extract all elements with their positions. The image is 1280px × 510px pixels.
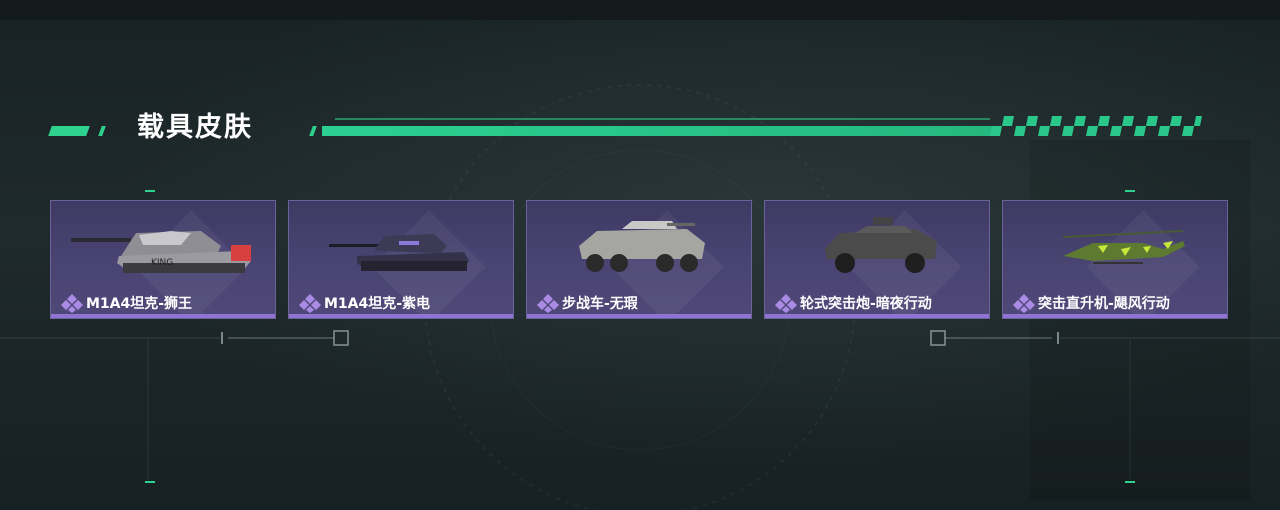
- purple-diamond-icon: [1013, 294, 1035, 313]
- card-name: 步战车-无瑕: [562, 296, 638, 312]
- card-name: 突击直升机-飓风行动: [1038, 296, 1170, 312]
- purple-diamond-icon: [537, 294, 559, 313]
- card-name: M1A4坦克-狮王: [86, 296, 193, 312]
- ifv-icon: [579, 221, 705, 272]
- header-thin-line: [335, 118, 990, 120]
- skin-card[interactable]: 步战车-无瑕: [526, 200, 752, 319]
- card-name: M1A4坦克-紫电: [324, 296, 431, 312]
- header-progress-line: [322, 126, 992, 136]
- corner-tick: [145, 190, 155, 192]
- header-accent-bar: [48, 126, 90, 136]
- section-title: 载具皮肤: [137, 112, 253, 143]
- skin-card[interactable]: KING M1A4坦克-狮王: [50, 200, 276, 319]
- header-checker-pattern: [990, 116, 1202, 136]
- skin-showcase-screen: 载具皮肤 KING M1A4坦克-狮王 M1A4坦克-紫电 步战车-无瑕 轮式突…: [0, 0, 1280, 510]
- card-name-row: 轮式突击炮-暗夜行动: [775, 293, 932, 313]
- helicopter-icon: [1062, 230, 1185, 264]
- tank-icon: KING: [71, 231, 251, 273]
- card-name-row: M1A4坦克-狮王: [61, 293, 192, 313]
- card-name: 轮式突击炮-暗夜行动: [800, 296, 932, 312]
- corner-tick: [1125, 481, 1135, 483]
- card-name-row: 步战车-无瑕: [537, 293, 638, 313]
- skin-card[interactable]: 轮式突击炮-暗夜行动: [764, 200, 990, 319]
- armored-car-icon: [825, 217, 937, 273]
- purple-diamond-icon: [299, 294, 321, 313]
- svg-text:KING: KING: [151, 258, 173, 268]
- card-name-row: 突击直升机-飓风行动: [1013, 293, 1170, 313]
- skin-card[interactable]: M1A4坦克-紫电: [288, 200, 514, 319]
- corner-tick: [1125, 190, 1135, 192]
- purple-diamond-icon: [775, 294, 797, 313]
- purple-diamond-icon: [61, 294, 83, 313]
- corner-tick: [145, 481, 155, 483]
- tank-icon: [329, 234, 469, 271]
- card-name-row: M1A4坦克-紫电: [299, 293, 430, 313]
- skin-card[interactable]: 突击直升机-飓风行动: [1002, 200, 1228, 319]
